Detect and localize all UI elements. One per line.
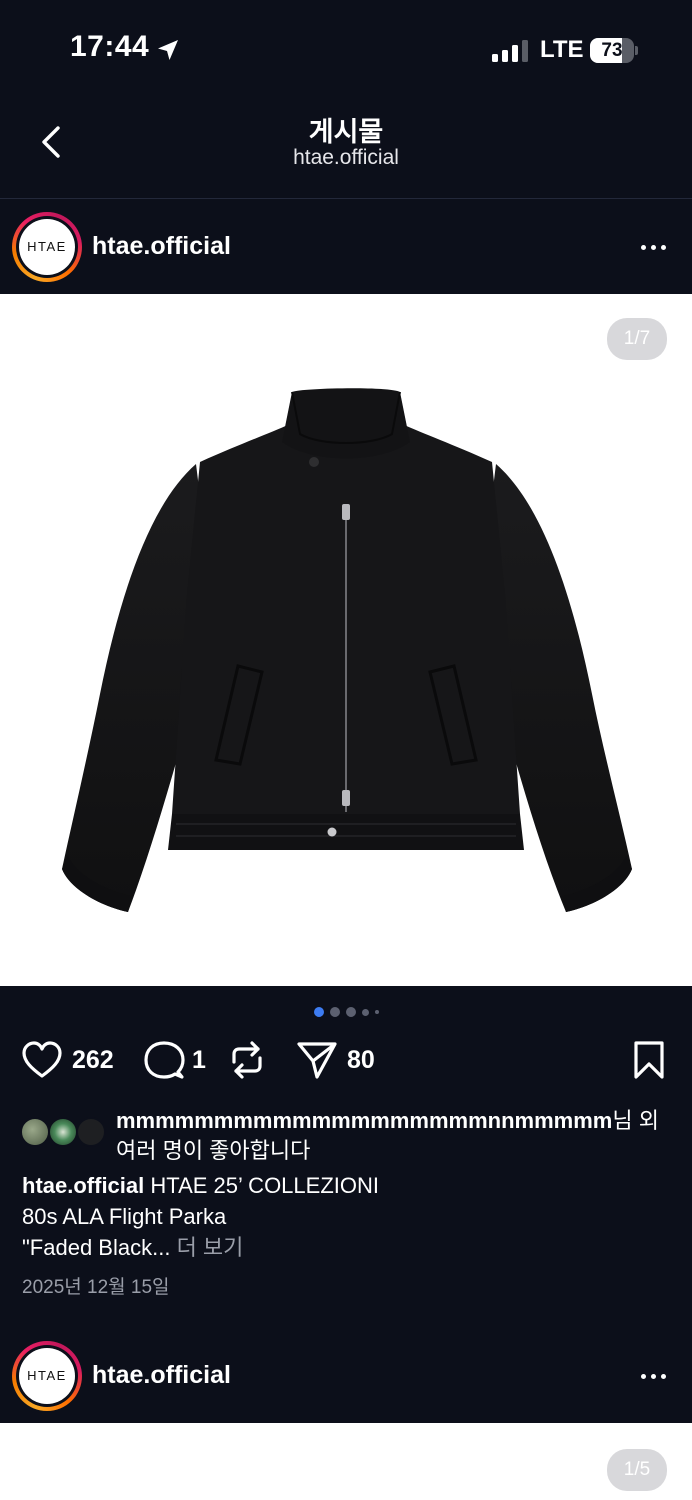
- battery-tip: [635, 46, 638, 55]
- post-caption: htae.official HTAE 25’ COLLEZIONI 80s AL…: [22, 1170, 662, 1263]
- carousel-dot-active: [313, 1007, 324, 1017]
- image-counter: 1/5: [607, 1449, 667, 1491]
- battery-level: 73: [601, 40, 623, 61]
- post-date: 2025년 12월 15일: [22, 1277, 170, 1298]
- see-more-link[interactable]: 더 보기: [177, 1235, 244, 1260]
- send-icon[interactable]: [296, 1040, 338, 1080]
- post-image[interactable]: 1/7: [0, 294, 692, 986]
- liked-by-user[interactable]: mmmmmmmmmmmmmmmmmmmnnmmmmm: [116, 1108, 612, 1133]
- carousel-dot: [374, 1010, 379, 1014]
- liker-avatar[interactable]: [20, 1117, 50, 1147]
- carousel-indicator: [0, 1007, 692, 1017]
- page-subtitle[interactable]: htae.official: [0, 146, 692, 170]
- image-counter: 1/7: [607, 318, 667, 360]
- avatar-logo: HTAE: [19, 219, 75, 275]
- bookmark-icon[interactable]: [632, 1040, 666, 1080]
- share-count[interactable]: 80: [347, 1046, 375, 1075]
- liker-avatar[interactable]: [48, 1117, 78, 1147]
- avatar[interactable]: HTAE: [12, 1341, 82, 1411]
- liked-by-line2: 여러 명이 좋아합니다: [116, 1138, 311, 1163]
- caption-line3: "Faded Black...: [22, 1235, 171, 1260]
- liker-avatar[interactable]: [76, 1117, 106, 1147]
- repost-icon[interactable]: [228, 1040, 266, 1080]
- comment-count[interactable]: 1: [192, 1046, 206, 1075]
- liked-by-suffix: 님 외: [612, 1108, 659, 1133]
- cellular-signal-icon: [492, 40, 528, 62]
- next-post-image[interactable]: 1/5: [0, 1423, 692, 1500]
- comment-bubble-icon[interactable]: [143, 1040, 185, 1082]
- more-options-button[interactable]: [633, 237, 673, 257]
- caption-line2: 80s ALA Flight Parka: [22, 1204, 227, 1229]
- carousel-dot: [345, 1007, 356, 1017]
- location-arrow-icon: [158, 40, 178, 60]
- heart-icon[interactable]: [21, 1040, 63, 1080]
- network-type: LTE: [540, 36, 584, 63]
- avatar-logo: HTAE: [19, 1348, 75, 1404]
- more-options-button[interactable]: [633, 1366, 673, 1386]
- caption-line1: HTAE 25’ COLLEZIONI: [150, 1173, 379, 1198]
- like-count[interactable]: 262: [72, 1046, 114, 1075]
- liked-by-text[interactable]: mmmmmmmmmmmmmmmmmmmnnmmmmm님 외 여러 명이 좋아합니…: [116, 1106, 676, 1166]
- post-username[interactable]: htae.official: [92, 232, 231, 261]
- page-title: 게시물: [308, 117, 384, 147]
- jacket-photo: [62, 388, 632, 912]
- carousel-dot: [361, 1008, 369, 1016]
- caption-username[interactable]: htae.official: [22, 1173, 144, 1198]
- status-time: 17:44: [70, 30, 150, 63]
- avatar[interactable]: HTAE: [12, 212, 82, 282]
- header-divider: [0, 198, 692, 199]
- next-post-username[interactable]: htae.official: [92, 1361, 231, 1390]
- carousel-dot: [329, 1007, 340, 1017]
- battery-icon: 73: [590, 38, 634, 63]
